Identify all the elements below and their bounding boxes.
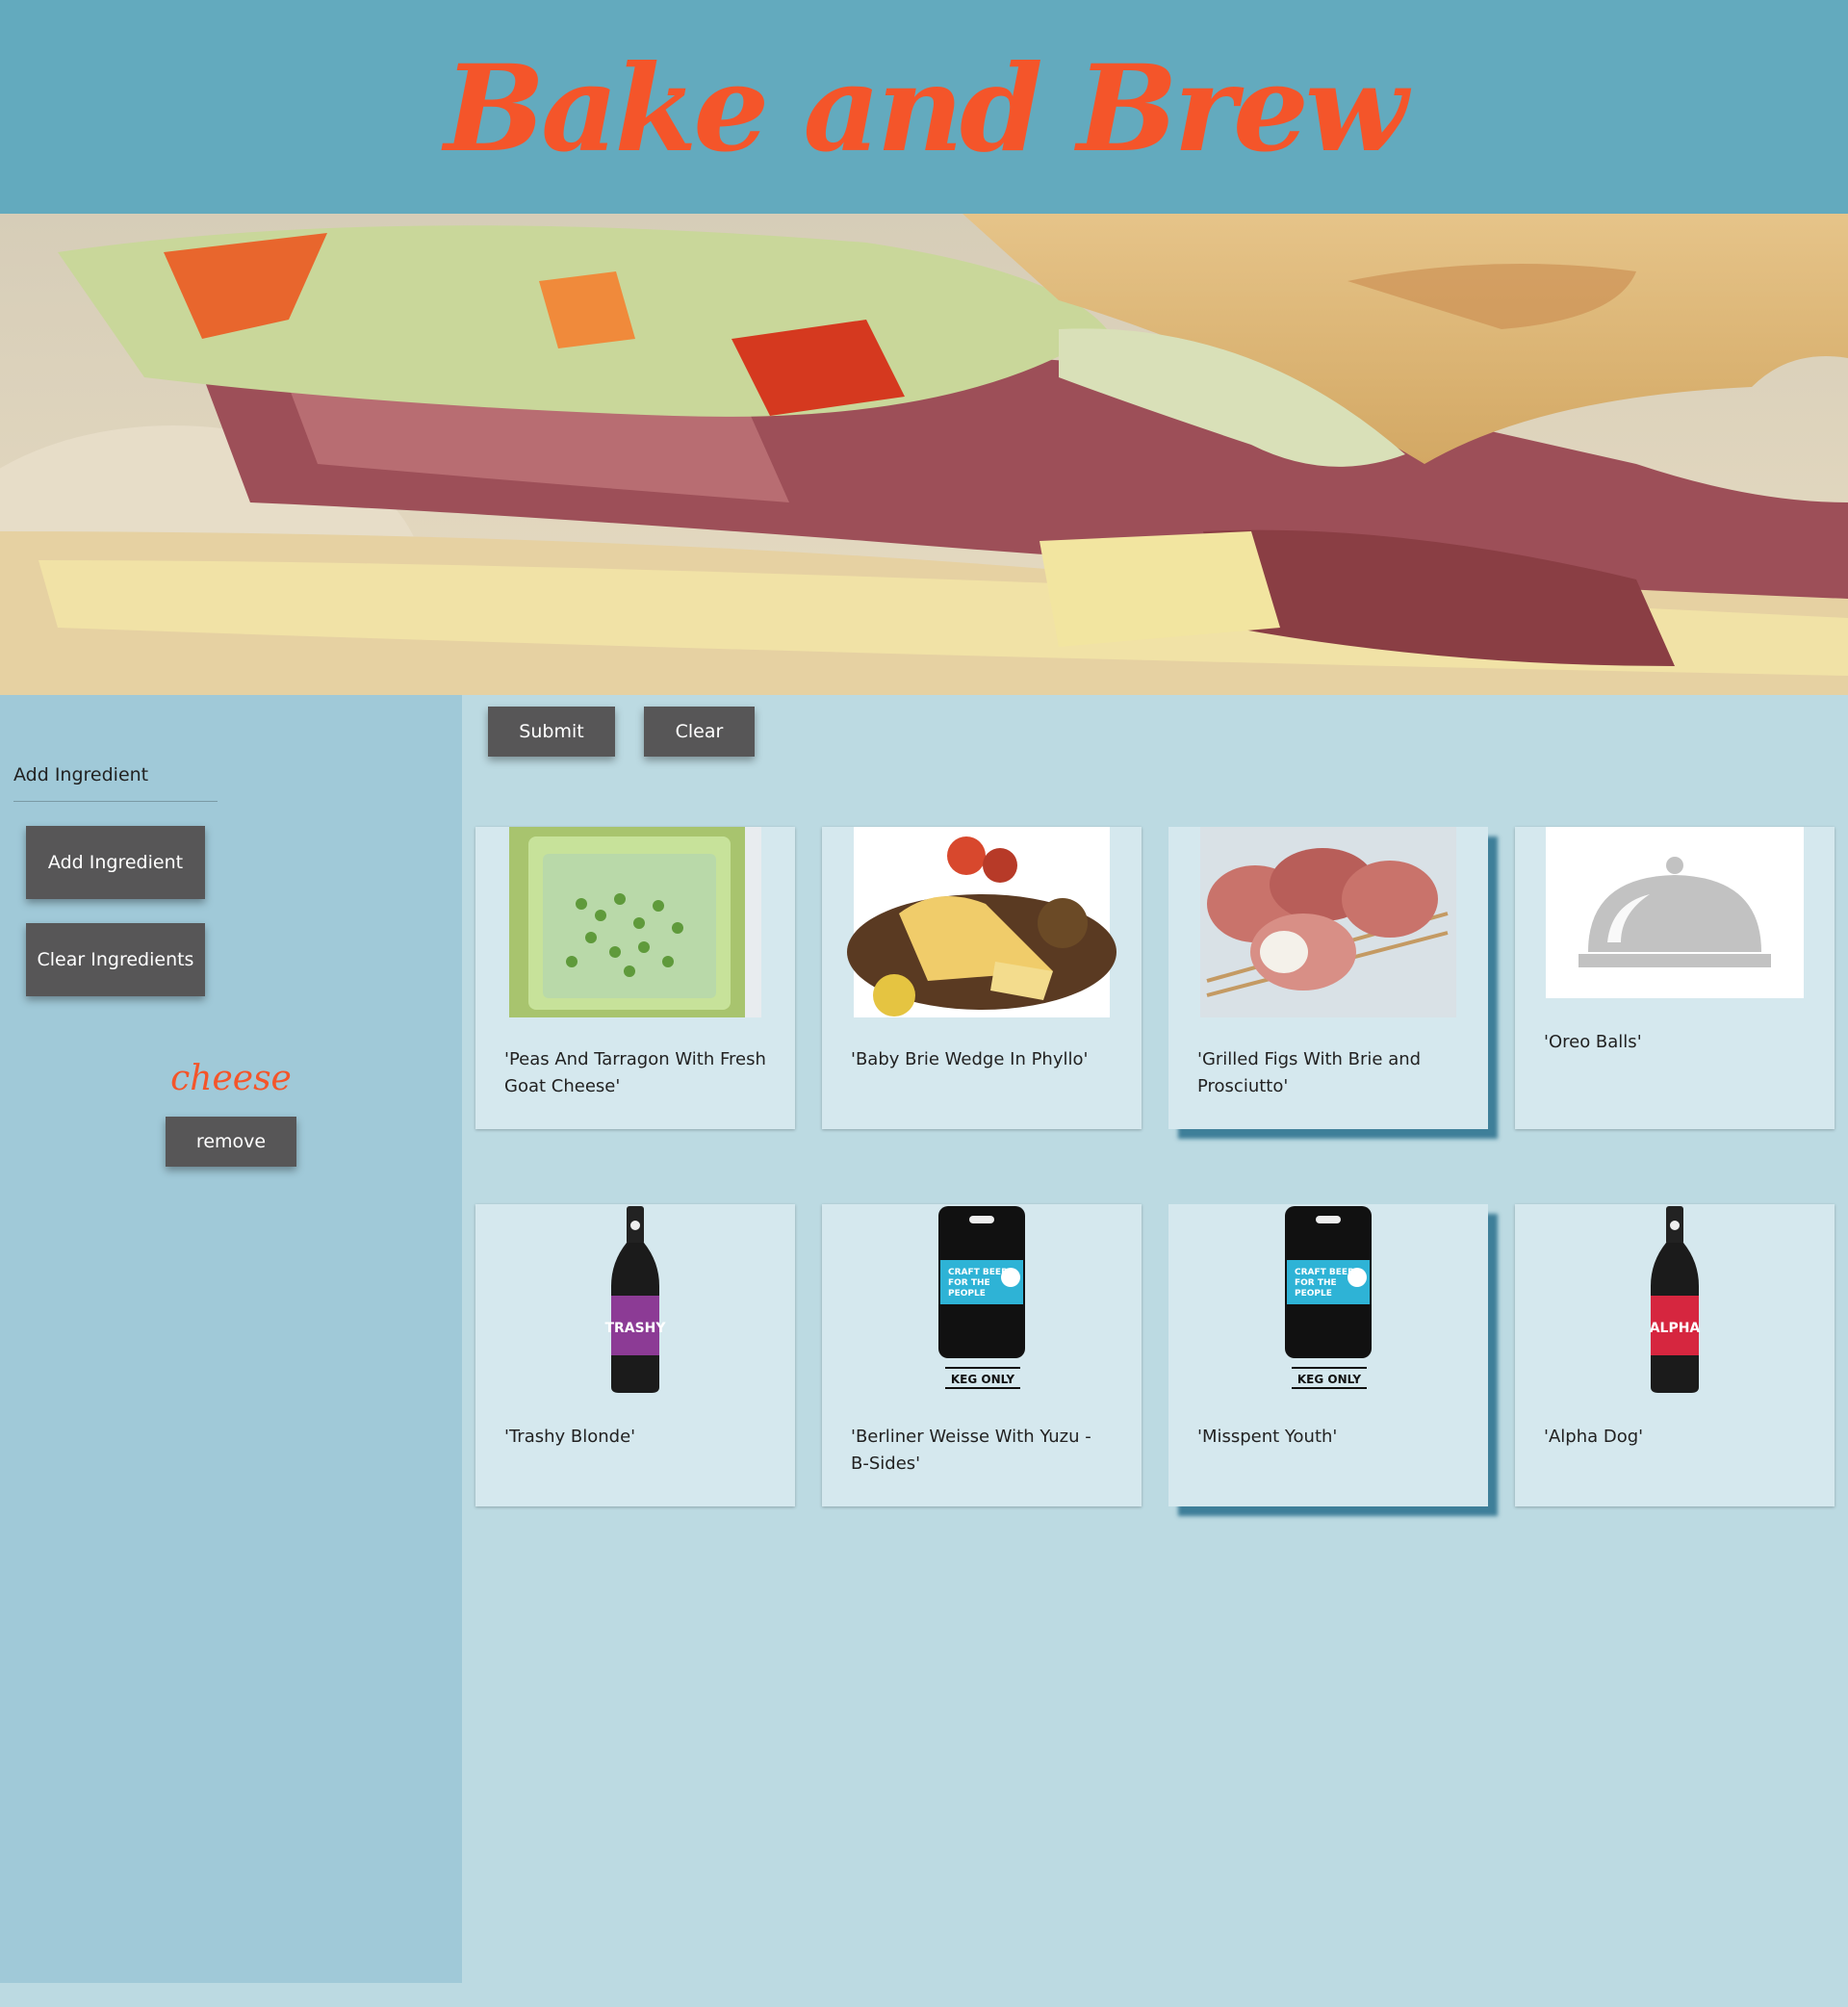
beer-card[interactable]: ALPHA 'Alpha Dog': [1515, 1204, 1835, 1506]
recipe-title: 'Oreo Balls': [1544, 1032, 1642, 1052]
sidebar: Add Ingredient Add Ingredient Clear Ingr…: [0, 695, 462, 1983]
recipe-image: [822, 827, 1142, 1017]
remove-ingredient-button[interactable]: remove: [166, 1117, 296, 1167]
add-ingredient-heading: Add Ingredient: [13, 764, 218, 802]
svg-text:CRAFT BEER: CRAFT BEER: [1295, 1268, 1354, 1277]
beer-image: CRAFT BEER FOR THE PEOPLE KEG ONLY: [822, 1204, 1142, 1395]
beer-title: 'Alpha Dog': [1544, 1427, 1644, 1447]
hero-image: [0, 214, 1848, 695]
beer-title: 'Misspent Youth': [1197, 1427, 1338, 1447]
recipe-card[interactable]: 'Grilled Figs With Brie and Prosciutto': [1168, 827, 1488, 1129]
svg-text:PEOPLE: PEOPLE: [1295, 1289, 1332, 1299]
beer-bottle-purple: TRASHY: [604, 1206, 666, 1393]
ingredient-name: cheese: [170, 1059, 292, 1098]
svg-text:CRAFT BEER: CRAFT BEER: [948, 1268, 1008, 1277]
recipe-title: 'Baby Brie Wedge In Phyllo': [851, 1049, 1089, 1069]
keg-icon: CRAFT BEER FOR THE PEOPLE KEG ONLY: [1285, 1206, 1372, 1389]
beer-title: 'Berliner Weisse With Yuzu - B-Sides': [851, 1427, 1091, 1474]
recipe-title: 'Grilled Figs With Brie and Prosciutto': [1197, 1049, 1422, 1096]
svg-text:KEG ONLY: KEG ONLY: [951, 1373, 1015, 1386]
beer-card[interactable]: CRAFT BEER FOR THE PEOPLE KEG ONLY 'Berl…: [822, 1204, 1142, 1506]
keg-icon: CRAFT BEER FOR THE PEOPLE KEG ONLY: [938, 1206, 1025, 1389]
svg-text:FOR THE: FOR THE: [948, 1278, 990, 1288]
clear-button[interactable]: Clear: [644, 707, 755, 757]
app-header: Bake and Brew: [0, 0, 1848, 214]
beer-bottle-red: ALPHA: [1650, 1206, 1701, 1393]
recipe-image: [475, 827, 795, 1017]
recipe-image: [1168, 827, 1488, 1017]
beer-card[interactable]: TRASHY 'Trashy Blonde': [475, 1204, 795, 1506]
svg-text:TRASHY: TRASHY: [604, 1321, 666, 1336]
clear-ingredients-button[interactable]: Clear Ingredients: [26, 923, 205, 996]
beer-image: ALPHA: [1515, 1204, 1835, 1395]
beer-image: TRASHY: [475, 1204, 795, 1395]
svg-text:ALPHA: ALPHA: [1650, 1321, 1701, 1336]
app-title: Bake and Brew: [444, 39, 1407, 179]
svg-text:PEOPLE: PEOPLE: [948, 1289, 986, 1299]
add-ingredient-button[interactable]: Add Ingredient: [26, 826, 205, 899]
submit-button[interactable]: Submit: [488, 707, 615, 757]
beer-image: CRAFT BEER FOR THE PEOPLE KEG ONLY: [1168, 1204, 1488, 1395]
recipe-card[interactable]: 'Oreo Balls': [1515, 827, 1835, 1129]
svg-text:KEG ONLY: KEG ONLY: [1297, 1373, 1362, 1386]
recipe-title: 'Peas And Tarragon With Fresh Goat Chees…: [504, 1049, 766, 1096]
beer-card[interactable]: CRAFT BEER FOR THE PEOPLE KEG ONLY 'Miss…: [1168, 1204, 1488, 1506]
svg-text:FOR THE: FOR THE: [1295, 1278, 1337, 1288]
recipe-card[interactable]: 'Peas And Tarragon With Fresh Goat Chees…: [475, 827, 795, 1129]
recipe-image: [1515, 827, 1835, 1000]
recipe-card[interactable]: 'Baby Brie Wedge In Phyllo': [822, 827, 1142, 1129]
sandwich-photo: [0, 214, 1848, 695]
beer-title: 'Trashy Blonde': [504, 1427, 636, 1447]
